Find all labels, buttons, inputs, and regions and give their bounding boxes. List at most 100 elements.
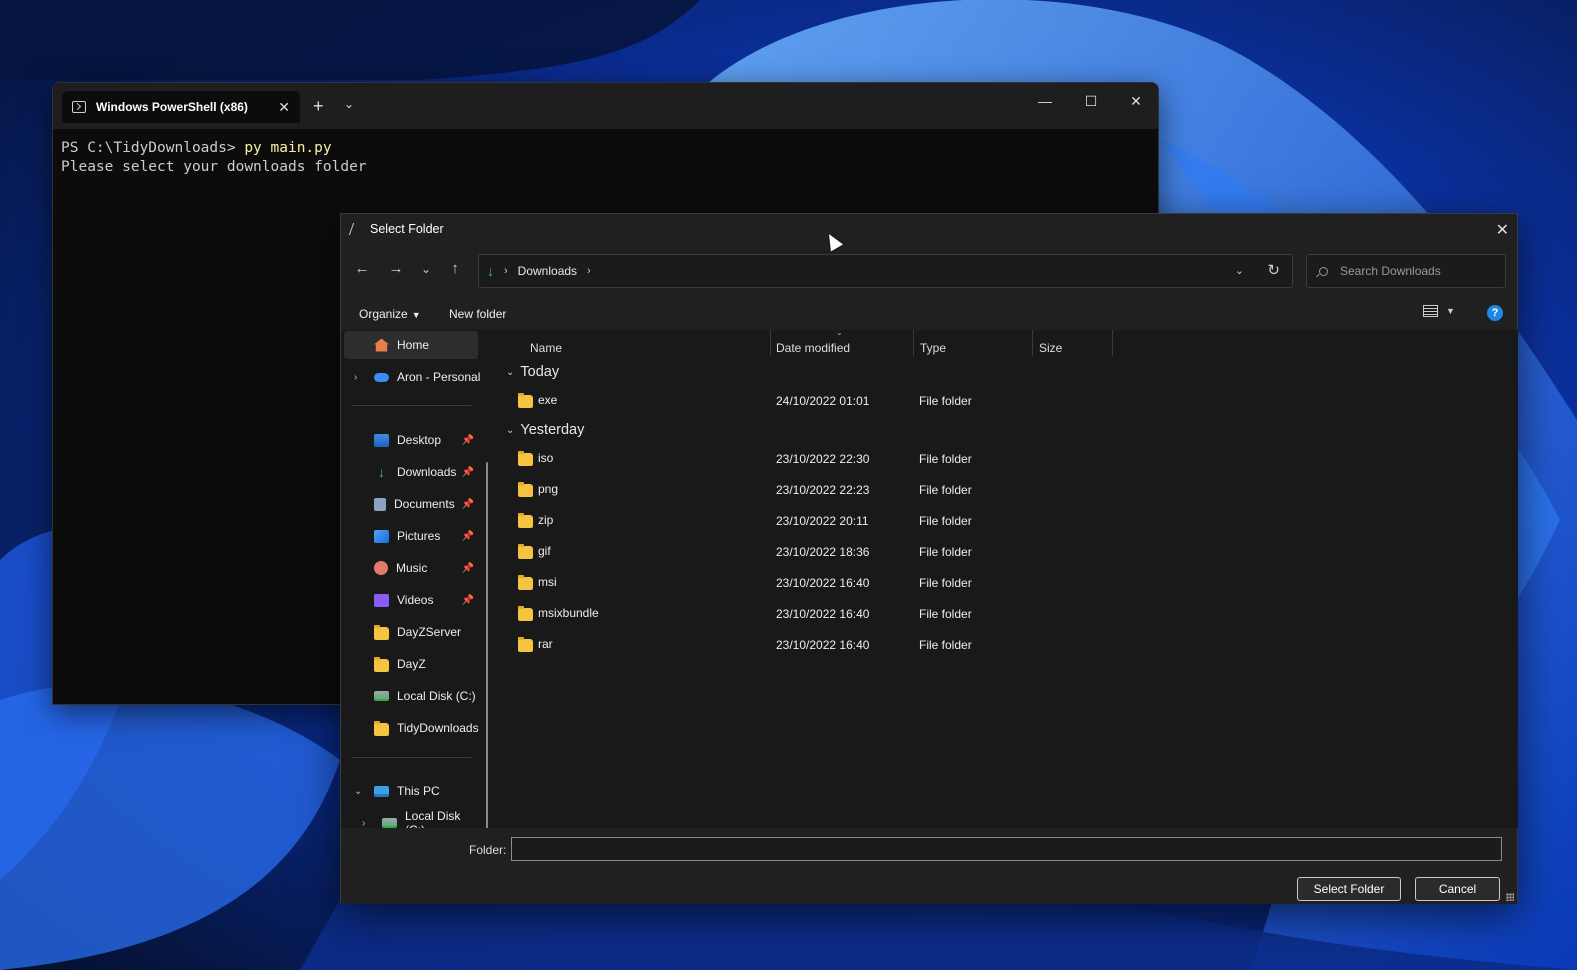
column-header-type[interactable]: Type [920,341,946,355]
folder-icon [518,450,533,466]
nav-item-music[interactable]: Music 📌 [344,554,478,582]
nav-item-pictures[interactable]: Pictures 📌 [344,522,478,550]
address-bar[interactable]: ↓ › Downloads › ⌄ ↻ [478,254,1293,288]
folder-name-input[interactable] [511,837,1502,861]
group-header-today[interactable]: ⌄ Today [506,364,559,380]
new-tab-button[interactable]: + [313,96,324,117]
expand-chevron-icon[interactable]: › [362,818,365,829]
folder-icon [518,481,533,497]
caret-down-icon: ▼ [1446,306,1455,316]
nav-item-tidydownloads[interactable]: TidyDownloads [344,714,479,742]
terminal-tab-title: Windows PowerShell (x86) [96,100,248,114]
maximize-button[interactable]: ☐ [1081,93,1101,110]
terminal-line: PS C:\TidyDownloads> py main.py [61,140,332,156]
nav-divider [351,405,471,406]
nav-item-this-pc[interactable]: ⌄ This PC [344,777,478,805]
pin-icon: 📌 [461,434,474,446]
desktop-icon [374,433,389,447]
breadcrumb-downloads[interactable]: Downloads [518,264,577,278]
table-row[interactable]: exe 24/10/2022 01:01 File folder [498,386,1518,416]
column-divider[interactable] [1112,330,1113,356]
new-folder-button[interactable]: New folder [449,307,506,321]
dialog-footer: Folder: Select Folder Cancel [341,828,1517,904]
column-header-name[interactable]: Name [530,341,562,355]
address-dropdown-icon[interactable]: ⌄ [1235,264,1244,277]
breadcrumb-separator[interactable]: › [587,265,591,277]
back-button[interactable]: ← [351,260,373,277]
select-folder-button[interactable]: Select Folder [1297,877,1401,901]
close-button[interactable]: ✕ [1126,93,1146,110]
tab-close-icon[interactable]: ✕ [278,99,290,116]
refresh-icon[interactable]: ↻ [1267,261,1280,279]
details-view-icon [1423,305,1438,317]
column-header-size[interactable]: Size [1039,341,1062,355]
table-row[interactable]: iso 23/10/2022 22:30 File folder [498,444,1518,474]
nav-item-downloads[interactable]: ↓ Downloads 📌 [344,458,478,486]
table-row[interactable]: msi 23/10/2022 16:40 File folder [498,568,1518,598]
folder-icon [374,624,389,640]
download-icon: ↓ [487,263,494,279]
tab-dropdown-button[interactable]: ⌄ [344,97,354,111]
folder-icon [518,636,533,652]
terminal-output[interactable]: PS C:\TidyDownloads> py main.py Please se… [53,129,1158,187]
folder-icon [374,656,389,672]
nav-item-dayz[interactable]: DayZ [344,650,478,678]
nav-item-documents[interactable]: Documents 📌 [344,490,478,518]
pin-icon: 📌 [461,466,474,478]
file-list[interactable]: Name ⌄ Date modified Type Size ⌄ Today e… [498,328,1518,828]
column-divider[interactable] [770,330,771,356]
folder-icon [518,605,533,621]
collapse-chevron-icon: ⌄ [506,424,515,436]
folder-icon [518,392,533,408]
documents-icon [374,497,386,511]
nav-item-videos[interactable]: Videos 📌 [344,586,478,614]
pin-icon: 📌 [461,498,474,510]
folder-label: Folder: [469,843,507,857]
table-row[interactable]: rar 23/10/2022 16:40 File folder [498,630,1518,660]
caret-down-icon: ▼ [411,310,421,320]
recent-locations-button[interactable]: ⌄ [415,262,437,276]
column-divider[interactable] [913,330,914,356]
terminal-titlebar[interactable]: Windows PowerShell (x86) ✕ + ⌄ — ☐ ✕ [53,83,1158,129]
nav-item-dayzserver[interactable]: DayZServer [344,618,478,646]
nav-divider [351,757,471,758]
disk-icon [374,691,389,701]
home-icon [374,338,389,352]
table-row[interactable]: gif 23/10/2022 18:36 File folder [498,537,1518,567]
group-header-yesterday[interactable]: ⌄ Yesterday [506,422,584,438]
nav-item-pc-local-disk[interactable]: › Local Disk (C:) [344,809,478,828]
search-box[interactable]: Search Downloads [1306,254,1506,288]
dialog-titlebar[interactable]: Select Folder ✕ [341,214,1517,244]
table-row[interactable]: png 23/10/2022 22:23 File folder [498,475,1518,505]
up-button[interactable]: ↑ [444,260,466,277]
terminal-tab[interactable]: Windows PowerShell (x86) ✕ [62,91,300,123]
column-divider[interactable] [1032,330,1033,356]
cancel-button[interactable]: Cancel [1415,877,1500,901]
forward-button[interactable]: → [385,260,407,277]
download-icon: ↓ [378,463,385,480]
resize-grip-icon[interactable] [1506,893,1514,901]
music-icon [374,561,388,575]
organize-button[interactable]: Organize ▼ [359,307,421,321]
navigation-pane[interactable]: Home › Aron - Personal Desktop 📌 ↓ Downloa… [341,330,498,828]
nav-scrollbar[interactable] [486,462,488,828]
nav-item-onedrive[interactable]: › Aron - Personal [344,363,484,391]
pin-icon: 📌 [461,594,474,606]
table-row[interactable]: zip 23/10/2022 20:11 File folder [498,506,1518,536]
nav-item-home[interactable]: Home [344,331,478,359]
nav-item-desktop[interactable]: Desktop 📌 [344,426,478,454]
folder-icon [518,574,533,590]
collapse-chevron-icon[interactable]: ⌄ [354,786,362,797]
table-row[interactable]: msixbundle 23/10/2022 16:40 File folder [498,599,1518,629]
select-folder-dialog[interactable]: Select Folder ✕ ← → ⌄ ↑ ↓ › Downloads › … [340,213,1518,904]
minimize-button[interactable]: — [1035,93,1055,109]
search-icon [1319,266,1328,276]
pin-icon: 📌 [461,562,474,574]
nav-item-local-disk[interactable]: Local Disk (C:) [344,682,478,710]
dialog-close-button[interactable]: ✕ [1496,220,1509,240]
change-view-button[interactable]: ▼ [1423,305,1455,317]
column-header-date[interactable]: Date modified [776,341,850,355]
help-icon[interactable]: ? [1487,305,1503,321]
expand-chevron-icon[interactable]: › [354,372,357,383]
sort-caret-icon: ⌄ [836,328,843,337]
